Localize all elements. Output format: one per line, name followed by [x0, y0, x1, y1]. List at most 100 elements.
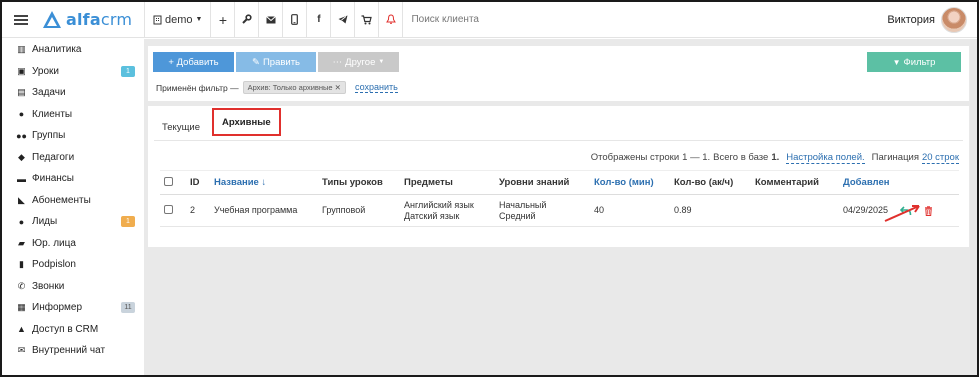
filter-chip[interactable]: Архив: Только архивные ✕	[242, 81, 346, 94]
sidebar-item-leads[interactable]: ● Лиды 1	[2, 211, 144, 233]
cart-icon	[361, 14, 373, 24]
col-lesson-types[interactable]: Типы уроков	[318, 170, 400, 195]
sidebar-item-teachers[interactable]: ◆ Педагоги	[2, 147, 144, 169]
sidebar-item-label: Педагоги	[32, 151, 75, 163]
col-subjects[interactable]: Предметы	[400, 170, 495, 195]
user-name: Виктория	[887, 13, 935, 26]
users-icon: ●●	[16, 130, 27, 141]
client-search	[402, 2, 887, 38]
col-levels[interactable]: Уровни знаний	[495, 170, 590, 195]
filter-button[interactable]: ▼ Фильтр	[867, 52, 961, 72]
logo-text: alfacrm	[66, 10, 133, 29]
sidebar-item-calls[interactable]: ✆ Звонки	[2, 276, 144, 298]
sidebar-item-informer[interactable]: ▦ Информер 11	[2, 297, 144, 319]
sidebar-item-legal-entities[interactable]: ▰ Юр. лица	[2, 233, 144, 255]
col-id[interactable]: ID	[186, 170, 210, 195]
table-row[interactable]: 2 Учебная программа Групповой Английский…	[160, 194, 959, 227]
other-dropdown-button[interactable]: ⋯ Другое ▼	[318, 52, 399, 72]
quick-add-button[interactable]: +	[210, 2, 234, 38]
row-minutes: 40	[590, 194, 670, 227]
row-checkbox[interactable]	[164, 204, 173, 214]
row-id: 2	[186, 194, 210, 227]
cart-button[interactable]	[354, 2, 378, 38]
logo[interactable]: alfacrm	[40, 2, 144, 38]
trash-icon[interactable]	[924, 205, 933, 216]
total-text: Всего в базе	[713, 152, 769, 163]
logo-icon	[43, 10, 61, 28]
leads-count-badge: 1	[121, 216, 135, 227]
sidebar-item-label: Клиенты	[32, 108, 73, 120]
sidebar-item-label: Звонки	[32, 280, 65, 292]
sidebar-item-clients[interactable]: ● Клиенты	[2, 104, 144, 126]
sidebar-item-lessons[interactable]: ▣ Уроки 1	[2, 61, 144, 83]
row-actions: 04/29/2025	[843, 205, 955, 216]
sidebar-item-podpislon[interactable]: ▮ Podpislon	[2, 254, 144, 276]
sidebar-item-label: Задачи	[32, 87, 66, 99]
client-search-input[interactable]	[411, 14, 712, 25]
facebook-button[interactable]: f	[306, 2, 330, 38]
ellipsis-icon: ⋯	[332, 56, 343, 68]
informer-count-badge: 11	[121, 302, 135, 313]
actions-toolbar: + Добавить ✎ Править ⋯ Другое ▼ ▼ Фильтр При…	[148, 46, 969, 101]
sidebar-item-subscriptions[interactable]: ◣ Абонементы	[2, 190, 144, 212]
pagination-link[interactable]: 20 строк	[921, 152, 959, 164]
settings-button[interactable]	[234, 2, 258, 38]
subject-item: Датский язык	[404, 210, 460, 221]
shown-rows-range: 1 — 1.	[682, 152, 711, 163]
sidebar-item-label: Лиды	[32, 216, 58, 228]
pencil-icon: ✎	[251, 56, 260, 68]
money-icon: ▬	[17, 173, 26, 184]
add-button[interactable]: + Добавить	[153, 52, 234, 72]
sidebar-item-label: Уроки	[32, 65, 59, 77]
col-name[interactable]: Название ↓	[210, 170, 318, 195]
caret-down-icon: ▼	[195, 16, 203, 23]
col-comment[interactable]: Комментарий	[751, 170, 839, 195]
field-settings-link[interactable]: Настройка полей.	[786, 152, 865, 164]
col-hours[interactable]: Кол-во (ак/ч)	[670, 170, 751, 195]
sidebar-item-finance[interactable]: ▬ Финансы	[2, 168, 144, 190]
sidebar-item-crm-access[interactable]: ▲ Доступ в CRM	[2, 319, 144, 341]
caret-down-icon: ▼	[378, 59, 385, 65]
notifications-button[interactable]	[378, 2, 402, 38]
top-navbar: alfacrm demo ▼ + f Виктория	[2, 2, 977, 38]
bell-icon	[386, 14, 396, 24]
shown-rows-text: Отображены строки	[590, 152, 680, 163]
mobile-button[interactable]	[282, 2, 306, 38]
filter-chip-label: Архив: Только архивные	[247, 83, 333, 92]
programs-panel: Текущие Архивные Отображены строки 1 — 1…	[148, 106, 969, 247]
select-all-checkbox[interactable]	[164, 176, 173, 186]
phone-icon	[291, 14, 299, 25]
close-icon[interactable]: ✕	[335, 83, 341, 92]
sidebar-item-groups[interactable]: ●● Группы	[2, 125, 144, 147]
save-filter-link[interactable]: сохранить	[354, 82, 398, 93]
restore-icon[interactable]	[900, 205, 912, 216]
envelope-icon: ✉	[17, 345, 26, 356]
row-added: 04/29/2025	[843, 205, 889, 215]
building-icon	[153, 15, 162, 24]
calendar-icon: ▣	[17, 65, 26, 76]
sidebar-item-internal-chat[interactable]: ✉ Внутренний чат	[2, 340, 144, 362]
telegram-button[interactable]	[330, 2, 354, 38]
applied-filter: Применён фильтр — Архив: Только архивные…	[156, 81, 398, 94]
row-name[interactable]: Учебная программа	[210, 194, 318, 227]
lessons-count-badge: 1	[121, 65, 135, 77]
sidebar-item-analytics[interactable]: ▥ Аналитика	[2, 39, 144, 61]
sidebar-item-label: Абонементы	[32, 194, 91, 206]
phone-icon: ✆	[17, 280, 26, 291]
row-hours: 0.89	[670, 194, 751, 227]
sidebar-item-tasks[interactable]: ▤ Задачи	[2, 82, 144, 104]
row-lesson-type: Групповой	[318, 194, 400, 227]
tab-archived[interactable]: Архивные	[211, 108, 281, 136]
company-switcher[interactable]: demo ▼	[144, 2, 210, 38]
tab-current[interactable]: Текущие	[154, 118, 208, 136]
edit-button[interactable]: ✎ Править	[236, 52, 316, 72]
col-added[interactable]: Добавлен	[839, 170, 959, 195]
filter-icon: ▼	[892, 57, 901, 67]
col-minutes[interactable]: Кол-во (мин)	[590, 170, 670, 195]
user-menu[interactable]: Виктория	[887, 6, 977, 33]
menu-toggle-button[interactable]	[2, 2, 40, 38]
facebook-icon: f	[317, 14, 321, 25]
clipboard-icon: ▤	[17, 87, 26, 98]
sidebar-item-label: Доступ в CRM	[32, 323, 99, 335]
mail-button[interactable]	[258, 2, 282, 38]
